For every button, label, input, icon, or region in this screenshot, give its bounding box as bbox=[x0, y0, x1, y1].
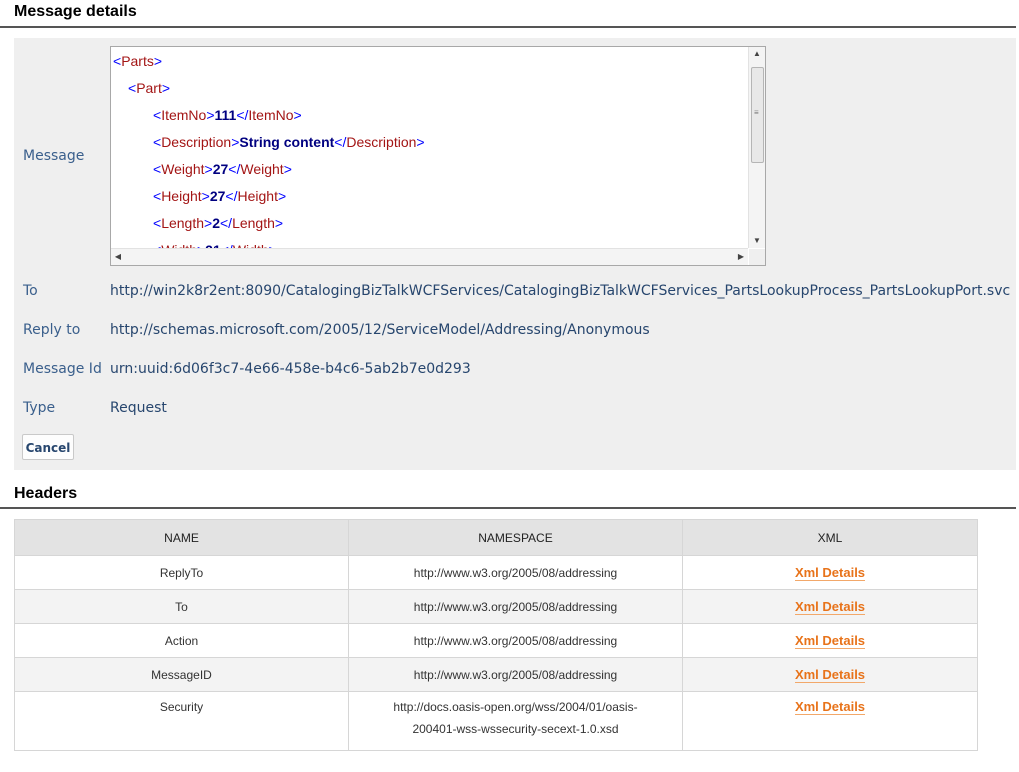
xml-cell: Xml Details bbox=[682, 623, 978, 658]
headers-title: Headers bbox=[14, 485, 78, 502]
table-row: To http://www.w3.org/2005/08/addressing … bbox=[14, 589, 978, 624]
headers-table: NAME NAMESPACE XML ReplyTo http://www.w3… bbox=[14, 519, 978, 751]
message-id-value: urn:uuid:6d06f3c7-4e66-458e-b4c6-5ab2b7e… bbox=[110, 361, 471, 377]
scroll-corner bbox=[749, 249, 765, 265]
type-label: Type bbox=[23, 400, 56, 416]
reply-to-value: http://schemas.microsoft.com/2005/12/Ser… bbox=[110, 322, 650, 338]
to-value: http://win2k8r2ent:8090/CatalogingBizTal… bbox=[110, 283, 1011, 299]
reply-to-label: Reply to bbox=[23, 322, 81, 338]
header-name-cell: Action bbox=[14, 623, 349, 658]
header-name-cell: To bbox=[14, 589, 349, 624]
header-namespace-cell: http://docs.oasis-open.org/wss/2004/01/o… bbox=[348, 691, 683, 751]
xml-line: <Description>String content</Description… bbox=[153, 134, 425, 150]
xml-line: <Length>2</Length> bbox=[153, 215, 284, 231]
xml-cell: Xml Details bbox=[682, 555, 978, 590]
scroll-down-icon[interactable]: ▼ bbox=[749, 234, 765, 248]
namespace-line: http://docs.oasis-open.org/wss/2004/01/o… bbox=[393, 700, 638, 714]
type-value: Request bbox=[110, 400, 167, 416]
xml-line: <Height>27</Height> bbox=[153, 188, 287, 204]
table-row: MessageID http://www.w3.org/2005/08/addr… bbox=[14, 657, 978, 692]
xml-details-link[interactable]: Xml Details bbox=[794, 667, 866, 683]
message-label: Message bbox=[23, 148, 85, 164]
message-details-panel: Message <Parts> <Part> <ItemNo>111</Item… bbox=[14, 38, 1016, 470]
cancel-button[interactable]: Cancel bbox=[22, 434, 74, 460]
header-namespace-cell: http://www.w3.org/2005/08/addressing bbox=[348, 623, 683, 658]
header-name-cell: ReplyTo bbox=[14, 555, 349, 590]
column-header-name: NAME bbox=[14, 519, 349, 556]
to-label: To bbox=[23, 283, 38, 299]
xml-line: <Parts> bbox=[113, 53, 163, 69]
xml-cell: Xml Details bbox=[682, 691, 978, 751]
xml-cell: Xml Details bbox=[682, 657, 978, 692]
xml-line: <Part> bbox=[128, 80, 171, 96]
horizontal-scrollbar[interactable]: ◀ ▶ bbox=[111, 248, 748, 265]
table-row: Security http://docs.oasis-open.org/wss/… bbox=[14, 691, 978, 751]
table-row: Action http://www.w3.org/2005/08/address… bbox=[14, 623, 978, 658]
header-namespace-cell: http://www.w3.org/2005/08/addressing bbox=[348, 555, 683, 590]
section-divider bbox=[0, 507, 1016, 509]
message-id-label: Message Id bbox=[23, 361, 102, 377]
scroll-left-icon[interactable]: ◀ bbox=[111, 249, 125, 265]
scroll-right-icon[interactable]: ▶ bbox=[734, 249, 748, 265]
header-namespace-cell: http://www.w3.org/2005/08/addressing bbox=[348, 657, 683, 692]
header-name-cell: MessageID bbox=[14, 657, 349, 692]
xml-line: <ItemNo>111</ItemNo> bbox=[153, 107, 302, 123]
section-divider bbox=[0, 26, 1016, 28]
xml-details-link[interactable]: Xml Details bbox=[794, 599, 866, 615]
xml-details-link[interactable]: Xml Details bbox=[794, 565, 866, 581]
xml-details-link[interactable]: Xml Details bbox=[794, 633, 866, 649]
table-header-row: NAME NAMESPACE XML bbox=[14, 519, 978, 556]
xml-line: <Weight>27</Weight> bbox=[153, 161, 292, 177]
grip-icon: ≡ bbox=[754, 108, 759, 117]
message-xml-viewer[interactable]: <Parts> <Part> <ItemNo>111</ItemNo> <Des… bbox=[110, 46, 766, 266]
table-row: ReplyTo http://www.w3.org/2005/08/addres… bbox=[14, 555, 978, 590]
column-header-xml: XML bbox=[682, 519, 978, 556]
scroll-up-icon[interactable]: ▲ bbox=[749, 47, 765, 61]
scroll-thumb[interactable]: ≡ bbox=[751, 67, 764, 163]
xml-cell: Xml Details bbox=[682, 589, 978, 624]
column-header-namespace: NAMESPACE bbox=[348, 519, 683, 556]
message-details-title: Message details bbox=[14, 3, 137, 20]
namespace-line: 200401-wss-wssecurity-secext-1.0.xsd bbox=[412, 722, 619, 736]
xml-details-link[interactable]: Xml Details bbox=[794, 699, 866, 715]
header-namespace-cell: http://www.w3.org/2005/08/addressing bbox=[348, 589, 683, 624]
vertical-scrollbar[interactable]: ▲ ≡ ▼ bbox=[748, 47, 765, 248]
header-name-cell: Security bbox=[14, 691, 349, 751]
